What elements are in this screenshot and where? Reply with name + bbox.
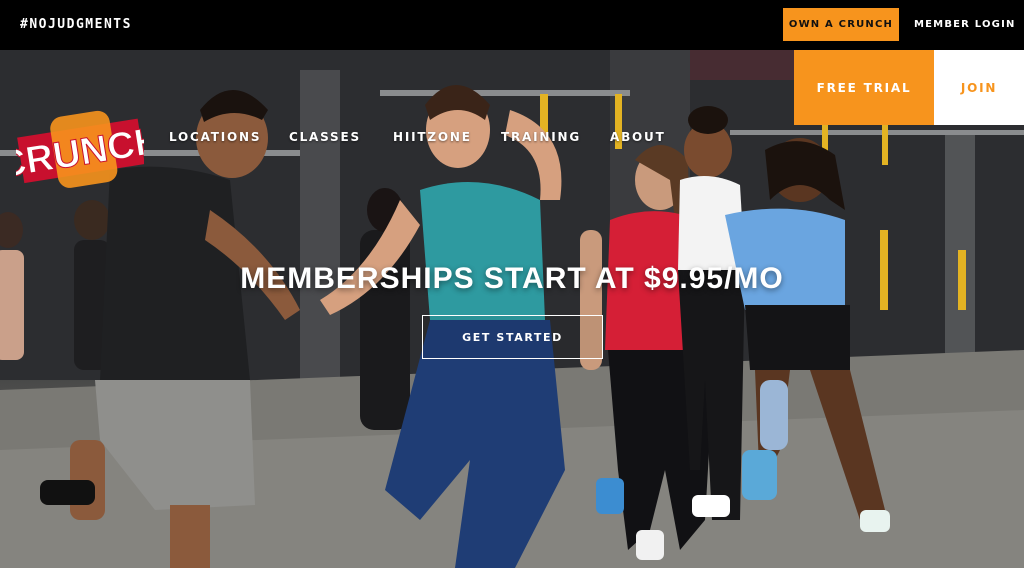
top-bar: #NOJUDGMENTS OWN A CRUNCH MEMBER LOGIN [0,0,1024,50]
nav-item-classes[interactable]: CLASSES [289,130,361,144]
own-a-crunch-button[interactable]: OWN A CRUNCH [783,8,899,41]
hero-section: CRUNCH LOCATIONS CLASSES HIITZONE TRAINI… [0,50,1024,568]
join-button[interactable]: JOIN [934,50,1024,125]
hero-background-photo [0,50,1024,568]
hashtag-tagline: #NOJUDGMENTS [20,17,132,32]
nav-item-training[interactable]: TRAINING [501,130,581,144]
get-started-button[interactable]: GET STARTED [422,315,603,359]
nav-item-hiitzone[interactable]: HIITZONE [393,130,472,144]
member-login-link[interactable]: MEMBER LOGIN [914,8,1016,41]
crunch-logo[interactable]: CRUNCH [16,110,144,192]
hero-headline: MEMBERSHIPS START AT $9.95/MO [240,262,784,295]
nav-item-about[interactable]: ABOUT [610,130,666,144]
free-trial-button[interactable]: FREE TRIAL [794,50,934,125]
nav-item-locations[interactable]: LOCATIONS [169,130,261,144]
